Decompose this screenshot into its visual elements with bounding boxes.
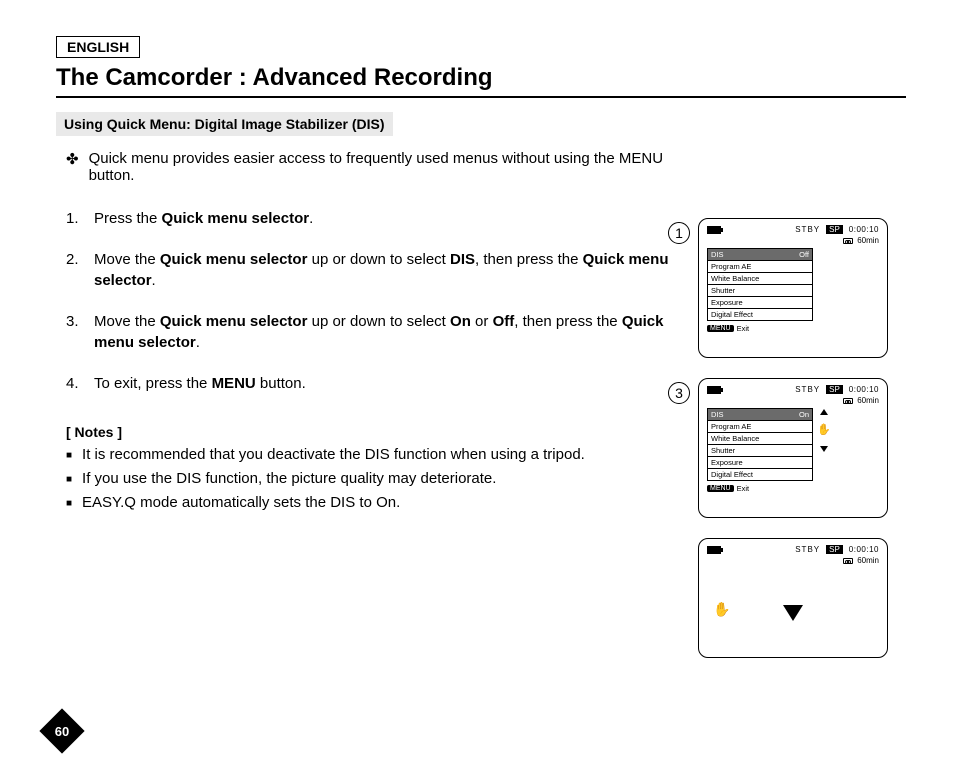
- time-counter: 0:00:10: [849, 225, 879, 234]
- osd-screen-1-wrap: 1 STBY SP 0:00:10 60min DIS Off Program …: [698, 218, 906, 358]
- step-text: Press the Quick menu selector.: [94, 208, 313, 229]
- menu-item-shutter: Shutter: [708, 285, 812, 297]
- menu-item-program-ae: Program AE: [708, 421, 812, 433]
- osd-screen-final-wrap: STBY SP 0:00:10 60min ✋: [698, 538, 906, 658]
- tape-icon: [843, 558, 853, 564]
- selector-arrows: ✋: [817, 409, 831, 452]
- intro-text: Quick menu provides easier access to fre…: [89, 150, 706, 184]
- menu-item-white-balance: White Balance: [708, 273, 812, 285]
- page-number-badge: 60: [40, 709, 84, 753]
- menu-item-shutter: Shutter: [708, 445, 812, 457]
- step-text: Move the Quick menu selector up or down …: [94, 249, 696, 291]
- battery-icon: [707, 386, 721, 394]
- remain-time: 60min: [857, 556, 879, 565]
- time-counter: 0:00:10: [849, 385, 879, 394]
- battery-icon: [707, 546, 721, 554]
- bullet-icon: ✤: [66, 150, 79, 184]
- step-number: 3.: [66, 311, 86, 353]
- osd-screen-final: STBY SP 0:00:10 60min ✋: [698, 538, 888, 658]
- menu-item-white-balance: White Balance: [708, 433, 812, 445]
- dis-hand-icon: ✋: [713, 601, 730, 618]
- square-bullet-icon: ■: [66, 494, 72, 514]
- sp-badge: SP: [826, 385, 843, 394]
- step-4: 4. To exit, press the MENU button.: [66, 373, 696, 394]
- square-bullet-icon: ■: [66, 470, 72, 490]
- exit-label: Exit: [737, 484, 750, 493]
- osd-screen-1: STBY SP 0:00:10 60min DIS Off Program AE…: [698, 218, 888, 358]
- battery-icon: [707, 226, 721, 234]
- exit-row: MENU Exit: [707, 484, 879, 493]
- exit-label: Exit: [737, 324, 750, 333]
- sp-badge: SP: [826, 225, 843, 234]
- quick-menu-box: DIS Off Program AE White Balance Shutter…: [707, 248, 813, 321]
- step-1: 1. Press the Quick menu selector.: [66, 208, 696, 229]
- menu-item-program-ae: Program AE: [708, 261, 812, 273]
- step-text: To exit, press the MENU button.: [94, 373, 306, 394]
- menu-item-exposure: Exposure: [708, 457, 812, 469]
- sp-badge: SP: [826, 545, 843, 554]
- step-number: 1.: [66, 208, 86, 229]
- exit-row: MENU Exit: [707, 324, 879, 333]
- quick-menu-box: DIS On Program AE White Balance Shutter …: [707, 408, 813, 481]
- note-text: EASY.Q mode automatically sets the DIS t…: [82, 494, 400, 514]
- menu-item-exposure: Exposure: [708, 297, 812, 309]
- steps-list: 1. Press the Quick menu selector. 2. Mov…: [56, 208, 696, 394]
- time-counter: 0:00:10: [849, 545, 879, 554]
- step-2: 2. Move the Quick menu selector up or do…: [66, 249, 696, 291]
- page-title: The Camcorder : Advanced Recording: [56, 64, 906, 98]
- osd-screen-3: STBY SP 0:00:10 60min DIS On Program AE …: [698, 378, 888, 518]
- page-number: 60: [40, 709, 84, 753]
- step-3: 3. Move the Quick menu selector up or do…: [66, 311, 696, 353]
- step-circle-3: 3: [668, 382, 690, 404]
- play-indicator: [783, 605, 803, 621]
- menu-item-digital-effect: Digital Effect: [708, 469, 812, 480]
- stby-label: STBY: [795, 545, 820, 554]
- tape-icon: [843, 398, 853, 404]
- menu-item-digital-effect: Digital Effect: [708, 309, 812, 320]
- remain-time: 60min: [857, 236, 879, 245]
- menu-item-dis: DIS Off: [708, 249, 812, 261]
- menu-badge: MENU: [707, 485, 734, 492]
- menu-item-dis: DIS On: [708, 409, 812, 421]
- stby-label: STBY: [795, 385, 820, 394]
- osd-screen-3-wrap: 3 STBY SP 0:00:10 60min DIS On Program A…: [698, 378, 906, 518]
- step-number: 4.: [66, 373, 86, 394]
- menu-badge: MENU: [707, 325, 734, 332]
- remain-time: 60min: [857, 396, 879, 405]
- step-text: Move the Quick menu selector up or down …: [94, 311, 696, 353]
- dis-hand-icon: ✋: [817, 425, 831, 436]
- arrow-up-icon: [820, 409, 828, 415]
- section-subhead: Using Quick Menu: Digital Image Stabiliz…: [56, 112, 393, 136]
- stby-label: STBY: [795, 225, 820, 234]
- osd-screens-column: 1 STBY SP 0:00:10 60min DIS Off Program …: [698, 218, 906, 658]
- step-circle-1: 1: [668, 222, 690, 244]
- intro-paragraph: ✤ Quick menu provides easier access to f…: [66, 150, 706, 184]
- arrow-down-icon: [820, 446, 828, 452]
- square-bullet-icon: ■: [66, 446, 72, 466]
- note-text: It is recommended that you deactivate th…: [82, 446, 585, 466]
- note-text: If you use the DIS function, the picture…: [82, 470, 496, 490]
- tape-icon: [843, 238, 853, 244]
- step-number: 2.: [66, 249, 86, 291]
- arrow-down-icon: [783, 605, 803, 621]
- language-badge: ENGLISH: [56, 36, 140, 58]
